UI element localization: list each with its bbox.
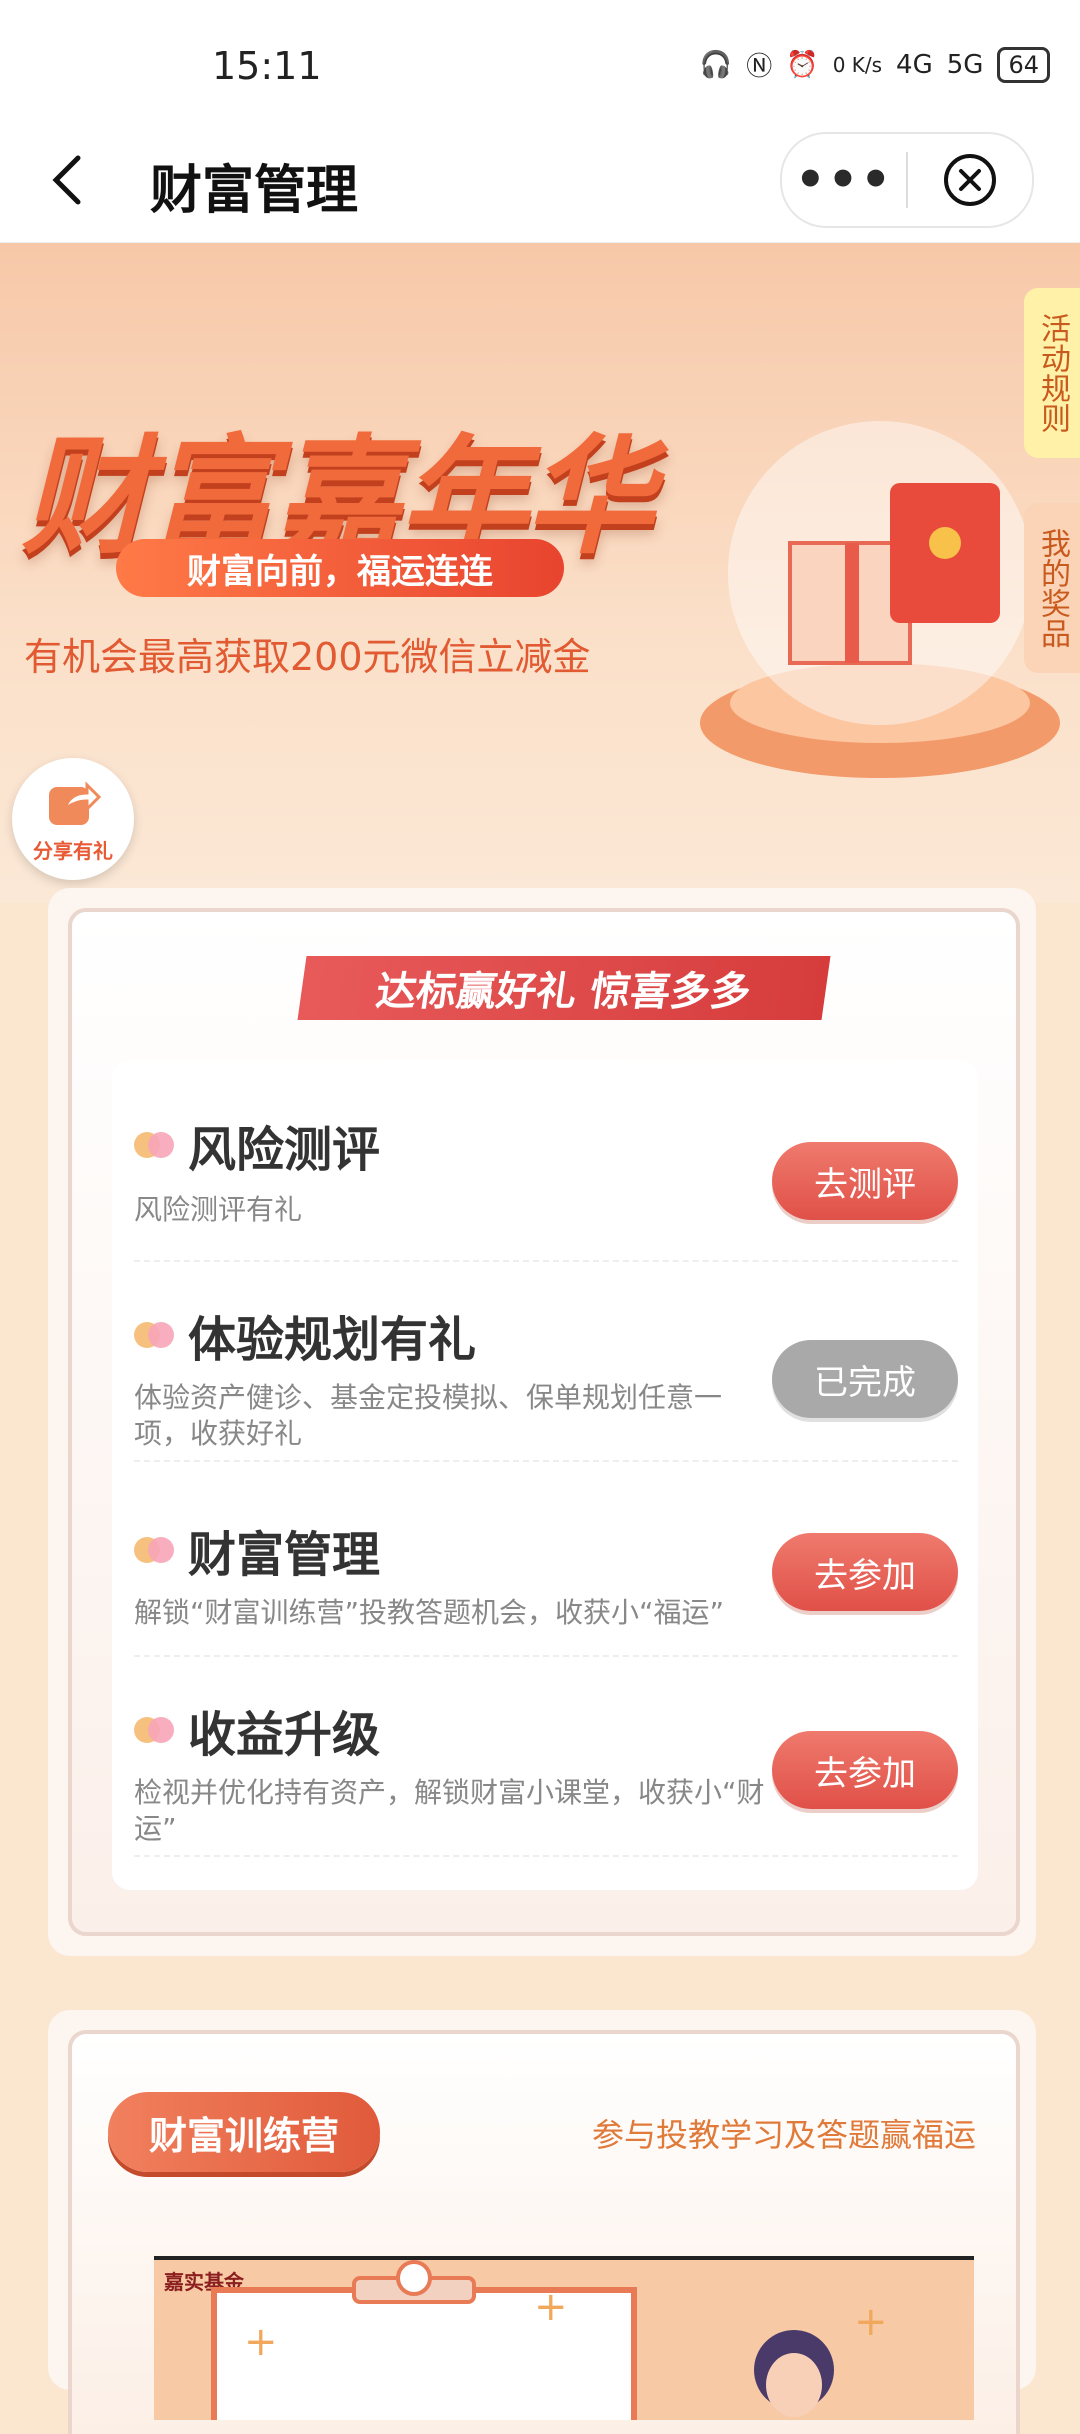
- task-risk-assessment: 风险测评 风险测评有礼 去测评: [134, 1110, 958, 1262]
- gift-globe-illustration: [700, 421, 1060, 778]
- battery-icon: 64: [997, 46, 1050, 83]
- task-dots-icon: [134, 1717, 176, 1743]
- wealth-camp-card: 财富训练营 参与投教学习及答题赢福运 嘉实基金 + + +: [48, 2010, 1036, 2434]
- task-title: 收益升级: [188, 1707, 381, 1763]
- signal-4g-icon: 4G: [896, 49, 933, 80]
- banner-subtitle: 财富向前，福运连连: [116, 539, 564, 597]
- task-dots-icon: [134, 1537, 176, 1563]
- join-button[interactable]: 去参加: [772, 1731, 958, 1809]
- task-income-upgrade: 收益升级 检视并优化持有资产，解锁财富小课堂，收获小“财运” 去参加: [134, 1695, 958, 1857]
- net-speed: 0 K/s: [832, 52, 883, 77]
- task-title: 风险测评: [188, 1122, 381, 1178]
- svg-text:+: +: [534, 2284, 568, 2330]
- completed-button[interactable]: 已完成: [772, 1340, 958, 1418]
- video-thumbnail[interactable]: 嘉实基金 + + +: [154, 2256, 974, 2420]
- go-assess-button[interactable]: 去测评: [772, 1142, 958, 1220]
- banner-description: 有机会最高获取200元微信立减金: [24, 635, 591, 679]
- status-bar: 15:11 🎧 Ⓝ ⏰ 0 K/s 4G 5G 64: [0, 0, 1080, 130]
- mini-program-capsule: •••: [780, 132, 1034, 228]
- status-icons: 🎧 Ⓝ ⏰ 0 K/s 4G 5G 64: [700, 46, 1050, 83]
- close-icon[interactable]: [908, 134, 1032, 226]
- task-dots-icon: [134, 1132, 176, 1158]
- task-description: 检视并优化持有资产，解锁财富小课堂，收获小“财运”: [134, 1776, 765, 1845]
- activity-rules-tab[interactable]: 活动规则: [1024, 288, 1080, 458]
- alarm-icon: ⏰: [786, 49, 819, 80]
- nav-bar: 财富管理 •••: [0, 130, 1080, 243]
- illustration: + + +: [211, 2260, 888, 2420]
- tasks-ribbon: 达标赢好礼 惊喜多多: [297, 956, 831, 1020]
- page-title: 财富管理: [150, 161, 359, 221]
- wealth-camp-badge: 财富训练营: [108, 2092, 380, 2172]
- nfc-icon: Ⓝ: [746, 52, 773, 82]
- my-prizes-tab[interactable]: 我的奖品: [1024, 503, 1080, 673]
- status-time: 15:11: [212, 44, 322, 88]
- task-title: 财富管理: [188, 1527, 381, 1583]
- task-wealth-management: 财富管理 解锁“财富训练营”投教答题机会，收获小“福运” 去参加: [134, 1515, 958, 1657]
- tasks-card: 达标赢好礼 惊喜多多 风险测评 风险测评有礼 去测评 体验规划有礼 体验资产健诊…: [48, 888, 1036, 1956]
- wealth-camp-frame: 财富训练营 参与投教学习及答题赢福运 嘉实基金 + + +: [68, 2030, 1020, 2434]
- share-icon: [49, 780, 102, 825]
- wealth-camp-subtitle[interactable]: 参与投教学习及答题赢福运: [592, 2110, 976, 2156]
- back-icon[interactable]: [40, 150, 100, 210]
- task-dots-icon: [134, 1322, 176, 1348]
- tasks-card-frame: 达标赢好礼 惊喜多多 风险测评 风险测评有礼 去测评 体验规划有礼 体验资产健诊…: [68, 908, 1020, 1936]
- task-title: 体验规划有礼: [188, 1312, 477, 1368]
- hero-banner: 财富嘉年华 财富向前，福运连连 有机会最高获取200元微信立减金 活动规则 我的…: [0, 243, 1080, 903]
- task-description: 体验资产健诊、基金定投模拟、保单规划任意一项，收获好礼: [134, 1381, 723, 1450]
- task-description: 风险测评有礼: [134, 1193, 303, 1226]
- join-button[interactable]: 去参加: [772, 1533, 958, 1611]
- more-icon[interactable]: •••: [782, 134, 906, 226]
- task-experience-plan: 体验规划有礼 体验资产健诊、基金定投模拟、保单规划任意一项，收获好礼 已完成: [134, 1300, 958, 1462]
- task-description: 解锁“财富训练营”投教答题机会，收获小“福运”: [134, 1596, 725, 1629]
- headphones-icon: 🎧: [699, 49, 733, 80]
- signal-5g-icon: 5G: [946, 49, 984, 80]
- share-label: 分享有礼: [33, 838, 113, 863]
- task-list: 风险测评 风险测评有礼 去测评 体验规划有礼 体验资产健诊、基金定投模拟、保单规…: [112, 1060, 978, 1890]
- svg-text:+: +: [244, 2319, 278, 2365]
- svg-text:+: +: [854, 2299, 888, 2345]
- share-button[interactable]: 分享有礼: [12, 758, 134, 880]
